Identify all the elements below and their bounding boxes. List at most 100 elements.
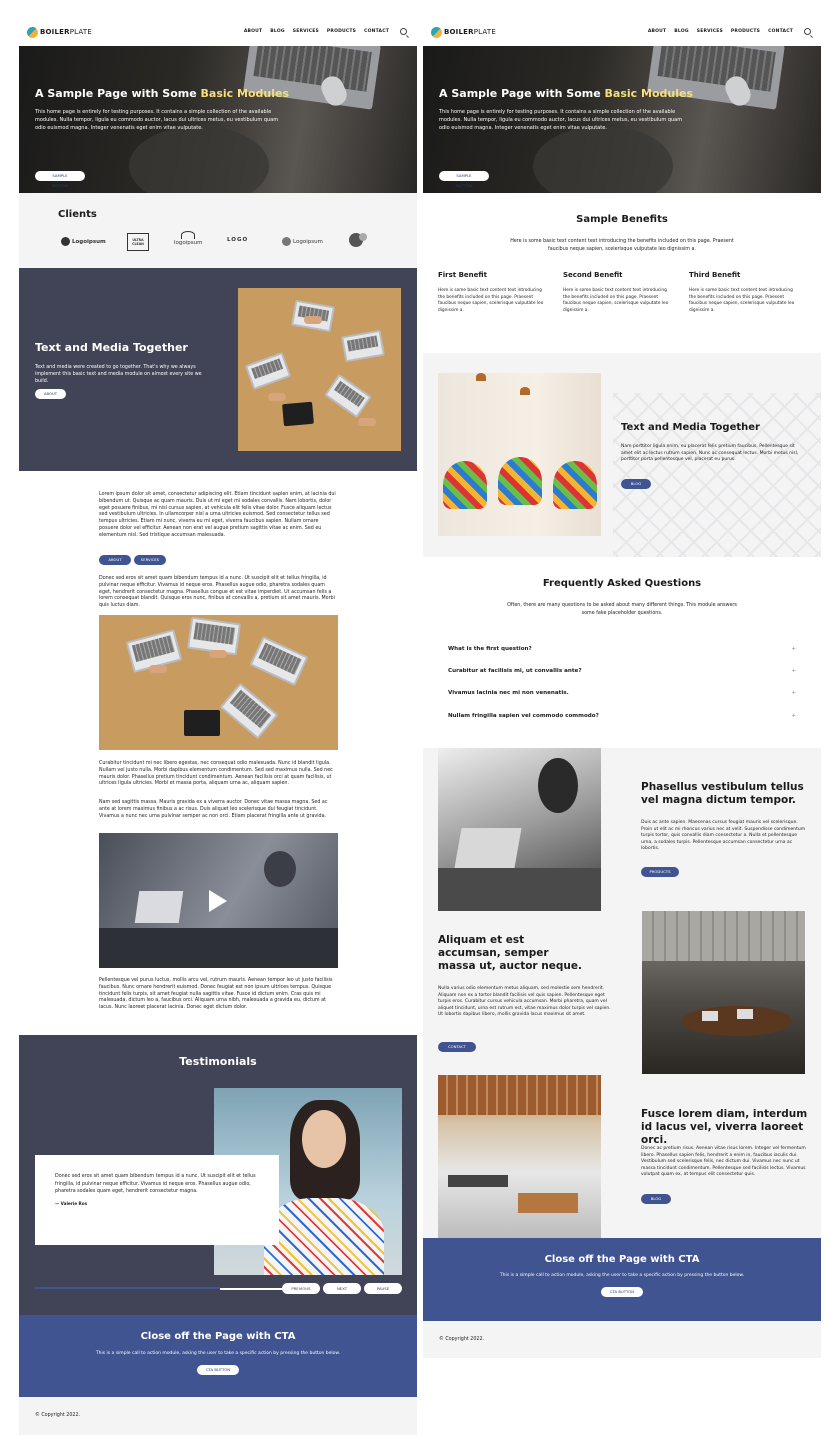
client-logo-5: Logoipsum [282, 237, 323, 246]
zigzag-text-3: Donec ac pretium risus. Aenean vitae ris… [641, 1146, 806, 1178]
benefit-text: Here is some basic text content text int… [689, 288, 795, 313]
nav-about[interactable]: ABOUT [648, 29, 666, 34]
chairs-photo [438, 373, 601, 536]
testimonial-card: Donec sed eros sit amet quam bibendum te… [35, 1155, 279, 1245]
search-icon[interactable] [400, 28, 407, 35]
right-page: BOILERPLATE ABOUT BLOG SERVICES PRODUCTS… [423, 18, 821, 1358]
main-menu: ABOUT BLOG SERVICES PRODUCTS CONTACT [648, 29, 793, 34]
nav-products[interactable]: PRODUCTS [731, 29, 760, 34]
cta-button[interactable]: CTA BUTTON [601, 1287, 643, 1297]
faq-question-2[interactable]: Curabitur at facilisis mi, ut convallis … [448, 668, 796, 678]
benefits-title: Sample Benefits [576, 214, 668, 225]
nav-services[interactable]: SERVICES [697, 29, 723, 34]
main-menu: ABOUT BLOG SERVICES PRODUCTS CONTACT [244, 29, 389, 34]
cta-title: Close off the Page with CTA [140, 1331, 296, 1342]
benefit-2: Second Benefit Here is some basic text c… [563, 271, 675, 314]
about-button-2[interactable]: ABOUT [99, 555, 131, 565]
nav-contact[interactable]: CONTACT [364, 29, 389, 34]
hero-text: This home page is entirely for testing p… [35, 109, 279, 131]
zigzag-section: Phasellus vestibulum tellus vel magna di… [423, 748, 821, 1238]
logo-icon [27, 26, 38, 38]
logo-icon [431, 26, 442, 38]
slider-controls: PREVIOUS NEXT PAUSE [282, 1283, 402, 1294]
blog-button[interactable]: BLOG [621, 479, 651, 489]
nav-about[interactable]: ABOUT [244, 29, 262, 34]
zigzag-text-1: Duis ac ante sapien. Maecenas cursus feu… [641, 820, 806, 852]
hero-title: A Sample Page with Some Basic Modules [439, 87, 693, 100]
cta-section: Close off the Page with CTA This is a si… [19, 1315, 417, 1397]
logo[interactable]: BOILERPLATE [431, 26, 496, 38]
about-button[interactable]: ABOUT [35, 389, 66, 399]
testimonial-author: — Valerie Ros [55, 1200, 88, 1206]
desk-photo-large [99, 615, 338, 750]
decorative-pattern [613, 393, 821, 557]
cta-text: This is a simple call to action module, … [95, 1351, 341, 1356]
client-logo-3: logoipsum [174, 231, 202, 246]
sample-button[interactable]: SAMPLE BUTTON [439, 171, 489, 188]
plus-icon[interactable]: + [791, 713, 796, 719]
hero-title: A Sample Page with Some Basic Modules [35, 87, 289, 100]
cta-section: Close off the Page with CTA This is a si… [423, 1238, 821, 1321]
testimonial-quote: Donec sed eros sit amet quam bibendum te… [55, 1174, 256, 1194]
cta-button[interactable]: CTA BUTTON [197, 1365, 239, 1375]
faq-title: Frequently Asked Questions [542, 578, 702, 589]
faq-question-4[interactable]: Nullam fringilla sapien vel commodo comm… [448, 713, 796, 723]
desk-photo [238, 288, 401, 451]
faq-question-1[interactable]: What is the first question? + [448, 646, 796, 656]
nav-blog[interactable]: BLOG [674, 29, 688, 34]
hero-chair-image [129, 126, 269, 193]
zigzag-title-1: Phasellus vestibulum tellus vel magna di… [641, 781, 804, 806]
benefit-title: Third Benefit [689, 271, 741, 279]
hero-text: This home page is entirely for testing p… [439, 109, 683, 131]
benefit-1: First Benefit Here is some basic text co… [438, 271, 550, 314]
search-icon[interactable] [804, 28, 811, 35]
zigzag-title-3: Fusce lorem diam, interdum id lacus vel,… [641, 1108, 808, 1146]
next-button[interactable]: NEXT [323, 1283, 361, 1294]
cta-text: This is a simple call to action module, … [499, 1273, 745, 1278]
open-office-photo [438, 1075, 601, 1238]
text-media-section: Text and Media Together Text and media w… [19, 268, 417, 471]
nav-blog[interactable]: BLOG [270, 29, 284, 34]
testimonials-section: Testimonials Donec sed eros sit amet qua… [19, 1035, 417, 1315]
meeting-room-photo [642, 911, 805, 1074]
logo[interactable]: BOILERPLATE [27, 26, 92, 38]
copyright: © Copyright 2022. [439, 1337, 485, 1342]
clients-title: Clients [58, 209, 97, 220]
left-page: BOILERPLATE ABOUT BLOG SERVICES PRODUCTS… [19, 18, 417, 1435]
benefit-text: Here is some basic text content text int… [563, 288, 669, 313]
office-photo-1 [438, 748, 601, 911]
services-button[interactable]: SERVICES [134, 555, 166, 565]
hero-chair-image [533, 126, 673, 193]
hero-laptop-image [647, 46, 785, 110]
contact-button[interactable]: CONTACT [438, 1042, 476, 1052]
text-media-section-2: Text and Media Together Nam porttitor li… [423, 353, 821, 557]
body-paragraph-5: Pellentesque vel purus luctus, mollis ar… [99, 978, 333, 1011]
cta-title: Close off the Page with CTA [544, 1254, 700, 1265]
faq-question-3[interactable]: Vivamus lacinia nec mi non venenatis. + [448, 690, 796, 700]
previous-button[interactable]: PREVIOUS [282, 1283, 320, 1294]
plus-icon[interactable]: + [791, 668, 796, 674]
faq-intro: Often, there are many questions to be as… [507, 603, 737, 616]
clients-section: Clients Logoipsum ULTRA CLEAN logoipsum … [19, 193, 417, 268]
pause-button[interactable]: PAUSE [364, 1283, 402, 1294]
benefits-intro: Here is some basic text content text int… [510, 239, 734, 252]
plus-icon[interactable]: + [791, 646, 796, 652]
body-paragraph-3: Curabitur tincidunt mi nec libero egesta… [99, 761, 333, 787]
nav-contact[interactable]: CONTACT [768, 29, 793, 34]
nav-services[interactable]: SERVICES [293, 29, 319, 34]
footer: © Copyright 2022. [19, 1397, 417, 1435]
benefit-text: Here is some basic text content text int… [438, 288, 544, 313]
blog-button-2[interactable]: BLOG [641, 1194, 671, 1204]
header-nav: BOILERPLATE ABOUT BLOG SERVICES PRODUCTS… [423, 18, 821, 46]
play-icon[interactable] [209, 890, 227, 912]
benefit-title: First Benefit [438, 271, 487, 279]
video-player[interactable] [99, 833, 338, 968]
products-button[interactable]: PRODUCTS [641, 867, 679, 877]
zigzag-title-2: Aliquam et est accumsan, semper massa ut… [438, 934, 582, 972]
plus-icon[interactable]: + [791, 690, 796, 696]
sample-button[interactable]: SAMPLE BUTTON [35, 171, 85, 188]
nav-products[interactable]: PRODUCTS [327, 29, 356, 34]
benefit-3: Third Benefit Here is some basic text co… [689, 271, 801, 314]
hero-laptop-image [243, 46, 381, 110]
hero-banner: A Sample Page with Some Basic Modules Th… [19, 46, 417, 193]
